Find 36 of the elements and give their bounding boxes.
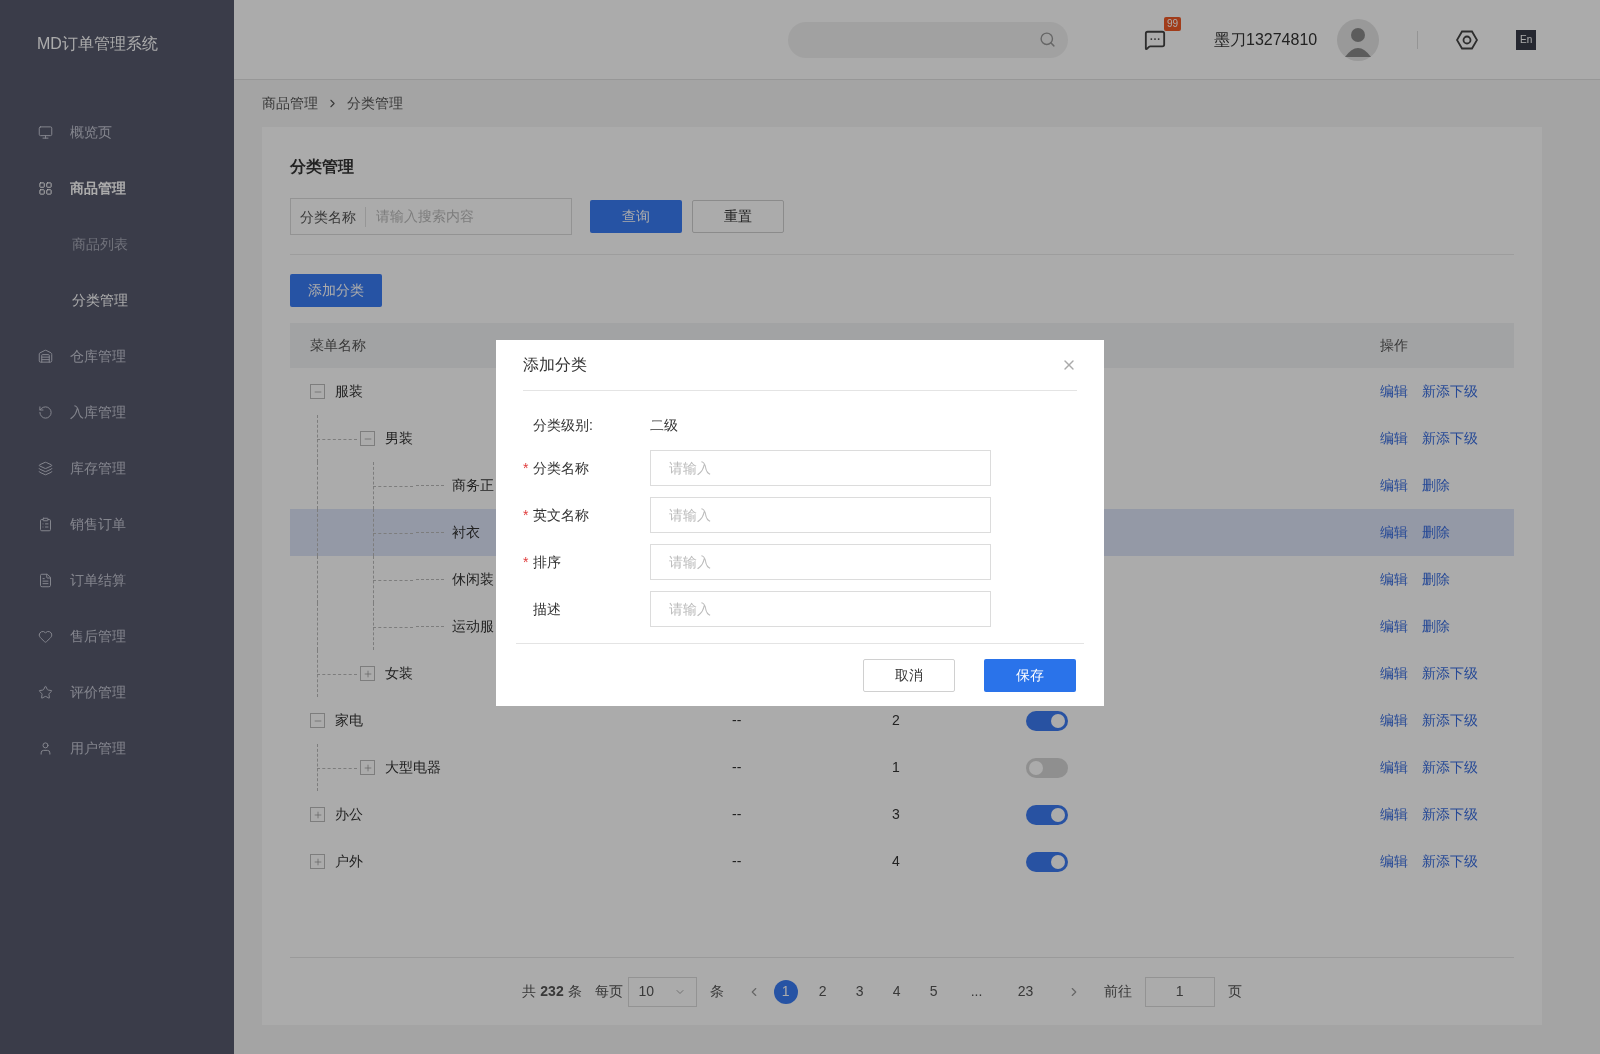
category-name: 服装 bbox=[335, 382, 363, 401]
field-label: 分类级别: bbox=[532, 415, 593, 435]
field-label: * 分类名称 bbox=[523, 458, 589, 478]
sort-cell: 2 bbox=[892, 712, 900, 728]
goto-label: 前往 bbox=[1103, 982, 1132, 1001]
description-cell: -- bbox=[732, 712, 742, 728]
username: 墨刀13274810 bbox=[1214, 29, 1318, 50]
category-name: 家电 bbox=[335, 711, 363, 730]
category-name: 衬衣 bbox=[452, 523, 480, 542]
category-name: 休闲装 bbox=[452, 570, 494, 589]
category-name: 办公 bbox=[335, 805, 363, 824]
field-value: 二级 bbox=[650, 415, 678, 435]
per-page-label: 每页 bbox=[594, 982, 623, 1001]
sort-cell: 1 bbox=[892, 759, 900, 775]
sort-cell: 4 bbox=[892, 853, 900, 869]
description-cell: -- bbox=[732, 759, 742, 775]
column-header: 操作 bbox=[1379, 336, 1409, 355]
dialog-title: 添加分类 bbox=[523, 355, 587, 375]
category-name: 女装 bbox=[385, 664, 413, 683]
sort-cell: 3 bbox=[892, 806, 900, 822]
category-name: 运动服 bbox=[452, 617, 494, 636]
field-label: 描述 bbox=[532, 599, 561, 619]
category-name: 男装 bbox=[385, 429, 413, 448]
notification-badge: 99 bbox=[1164, 16, 1182, 31]
column-header: 菜单名称 bbox=[309, 336, 367, 355]
search-label: 分类名称 bbox=[291, 206, 366, 227]
goto-unit: 页 bbox=[1227, 982, 1242, 1001]
per-page-unit: 条 bbox=[709, 982, 724, 1001]
description-cell: -- bbox=[732, 853, 742, 869]
app-title: MD订单管理系统 bbox=[36, 34, 159, 54]
category-name: 大型电器 bbox=[385, 758, 441, 777]
description-cell: -- bbox=[732, 806, 742, 822]
category-name: 商务正 bbox=[452, 476, 494, 495]
page-title: 分类管理 bbox=[290, 157, 355, 177]
category-name: 户外 bbox=[335, 852, 363, 871]
total-count: 共 232 条 bbox=[522, 982, 582, 1001]
